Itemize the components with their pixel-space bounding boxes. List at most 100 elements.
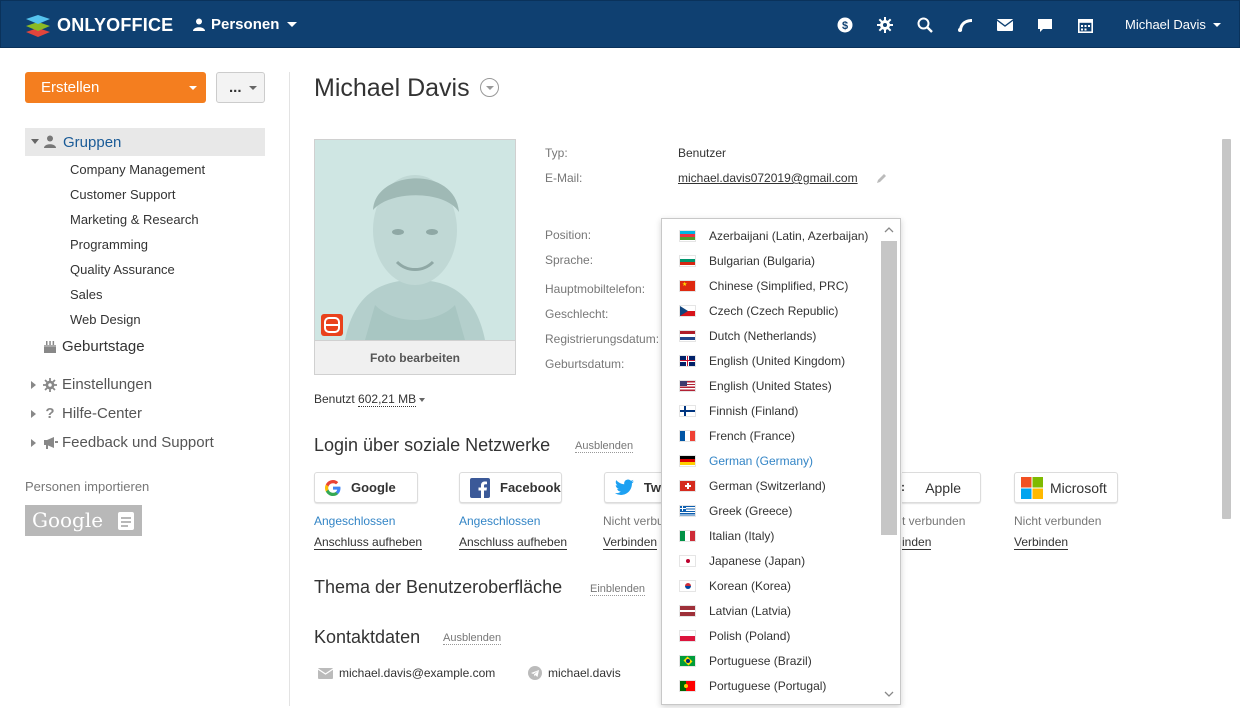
- onlyoffice-logo-icon: [26, 15, 50, 37]
- scroll-down-icon[interactable]: [884, 689, 894, 699]
- flag-bg-icon: [679, 254, 696, 267]
- language-option[interactable]: Bulgarian (Bulgaria): [662, 248, 882, 273]
- language-option[interactable]: Czech (Czech Republic): [662, 298, 882, 323]
- storage-quota[interactable]: Benutzt 602,21 MB: [314, 392, 426, 407]
- microsoft-connect-link[interactable]: Verbinden: [1014, 535, 1069, 550]
- apple-connect-link[interactable]: inden: [902, 535, 932, 550]
- sidebar-group-item[interactable]: Customer Support: [70, 185, 205, 210]
- profile-actions-toggle[interactable]: [480, 78, 499, 97]
- edit-photo-button[interactable]: Foto bearbeiten: [315, 340, 515, 374]
- sidebar-item-settings[interactable]: Einstellungen: [25, 376, 152, 393]
- language-option[interactable]: Portuguese (Brazil): [662, 648, 882, 673]
- flag-br-icon: [679, 654, 696, 667]
- gender-label: Geschlecht:: [545, 307, 609, 321]
- social-login-toggle[interactable]: Ausblenden: [575, 440, 634, 453]
- sidebar-group-item[interactable]: Programming: [70, 235, 205, 260]
- quota-prefix: Benutzt: [314, 392, 355, 406]
- language-option[interactable]: Portuguese (Portugal): [662, 673, 882, 698]
- google-status: Angeschlossen: [314, 514, 396, 528]
- gear-icon[interactable]: [865, 15, 905, 35]
- chevron-down-icon: [287, 22, 298, 27]
- type-value: Benutzer: [678, 146, 727, 160]
- facebook-status: Angeschlossen: [459, 514, 541, 528]
- language-option[interactable]: English (United States): [662, 373, 882, 398]
- user-menu[interactable]: Michael Davis: [1125, 17, 1221, 32]
- contacts-toggle[interactable]: Ausblenden: [443, 632, 502, 645]
- language-option[interactable]: ★ Chinese (Simplified, PRC): [662, 273, 882, 298]
- language-option[interactable]: German (Germany): [662, 448, 882, 473]
- telegram-icon: [528, 666, 542, 680]
- cake-icon: [42, 340, 58, 353]
- chat-icon[interactable]: [1025, 15, 1065, 35]
- apple-status: t verbunden: [902, 514, 966, 528]
- theme-title: Thema der Benutzeroberfläche: [314, 577, 563, 597]
- language-option[interactable]: Latvian (Latvia): [662, 598, 882, 623]
- module-switcher[interactable]: Personen: [193, 16, 298, 33]
- email-value[interactable]: michael.davis072019@gmail.com: [678, 171, 858, 185]
- language-option[interactable]: Azerbaijani (Latin, Azerbaijan): [662, 223, 882, 248]
- dropdown-scroll-thumb[interactable]: [881, 241, 897, 535]
- flag-kr-icon: [679, 579, 696, 592]
- chevron-down-icon: [189, 86, 197, 90]
- chevron-down-icon: [419, 397, 426, 402]
- language-option-label: Polish (Poland): [709, 628, 791, 643]
- sidebar-group-item[interactable]: Quality Assurance: [70, 260, 205, 285]
- apple-connect-button[interactable]: : Apple: [901, 472, 981, 503]
- calendar-icon[interactable]: [1065, 15, 1105, 35]
- sidebar-group-item[interactable]: Sales: [70, 285, 205, 310]
- microsoft-icon: [1021, 476, 1043, 499]
- flag-de-icon: [679, 454, 696, 467]
- flag-it-icon: [679, 529, 696, 542]
- language-option-label: Greek (Greece): [709, 503, 793, 518]
- language-option-label: Portuguese (Brazil): [709, 653, 812, 668]
- feed-icon[interactable]: [945, 15, 985, 35]
- sidebar-item-feedback[interactable]: Feedback und Support: [25, 434, 214, 451]
- search-icon[interactable]: [905, 15, 945, 35]
- more-actions-button[interactable]: ...: [216, 72, 265, 103]
- language-option[interactable]: English (United Kingdom): [662, 348, 882, 373]
- facebook-disconnect-link[interactable]: Anschluss aufheben: [459, 535, 568, 550]
- onlyoffice-logo[interactable]: ONLYOFFICE: [25, 12, 173, 38]
- apple-icon-fragment: :: [901, 480, 905, 494]
- sidebar-item-birthdays[interactable]: Geburtstage: [25, 338, 145, 355]
- twitter-connect-link[interactable]: Verbinden: [603, 535, 658, 550]
- language-option[interactable]: German (Switzerland): [662, 473, 882, 498]
- megaphone-icon: [42, 436, 58, 449]
- flag-fr-icon: [679, 429, 696, 442]
- facebook-icon: [470, 477, 490, 498]
- google-import-button[interactable]: Google: [25, 505, 142, 536]
- mail-icon[interactable]: [985, 15, 1025, 35]
- google-import-label: Google: [32, 508, 104, 532]
- language-option[interactable]: Finnish (Finland): [662, 398, 882, 423]
- scroll-up-icon[interactable]: [884, 225, 894, 235]
- theme-toggle[interactable]: Einblenden: [590, 583, 646, 596]
- page-scrollbar[interactable]: [1222, 139, 1231, 519]
- language-dropdown[interactable]: Azerbaijani (Latin, Azerbaijan) Bulgarian…: [661, 218, 901, 705]
- google-disconnect-link[interactable]: Anschluss aufheben: [314, 535, 423, 550]
- language-option[interactable]: Polish (Poland): [662, 623, 882, 648]
- sidebar-group-item[interactable]: Company Management: [70, 160, 205, 185]
- sidebar-item-help[interactable]: ? Hilfe-Center: [25, 405, 142, 422]
- language-option[interactable]: Dutch (Netherlands): [662, 323, 882, 348]
- language-option[interactable]: Greek (Greece): [662, 498, 882, 523]
- flag-pt-icon: [679, 679, 696, 692]
- sidebar-group-item[interactable]: Web Design: [70, 310, 205, 335]
- language-list: Azerbaijani (Latin, Azerbaijan) Bulgarian…: [662, 223, 882, 698]
- language-option[interactable]: French (France): [662, 423, 882, 448]
- provider-label: Tw: [643, 480, 661, 495]
- quota-value: 602,21 MB: [358, 392, 417, 407]
- twitter-connect-button[interactable]: Tw: [604, 472, 661, 503]
- expand-arrow-icon[interactable]: [31, 139, 39, 144]
- language-option[interactable]: Italian (Italy): [662, 523, 882, 548]
- type-label: Typ:: [545, 146, 568, 160]
- dollar-icon[interactable]: $: [825, 15, 865, 35]
- language-option[interactable]: Korean (Korea): [662, 573, 882, 598]
- create-button[interactable]: Erstellen: [25, 72, 206, 103]
- microsoft-connect-button[interactable]: Microsoft: [1014, 472, 1118, 503]
- google-connect-button[interactable]: Google: [314, 472, 418, 503]
- edit-email-icon[interactable]: [876, 171, 888, 189]
- sidebar-group-item[interactable]: Marketing & Research: [70, 210, 205, 235]
- language-option[interactable]: Japanese (Japan): [662, 548, 882, 573]
- sidebar-item-groups[interactable]: Gruppen: [25, 128, 265, 156]
- facebook-connect-button[interactable]: Facebook: [459, 472, 562, 503]
